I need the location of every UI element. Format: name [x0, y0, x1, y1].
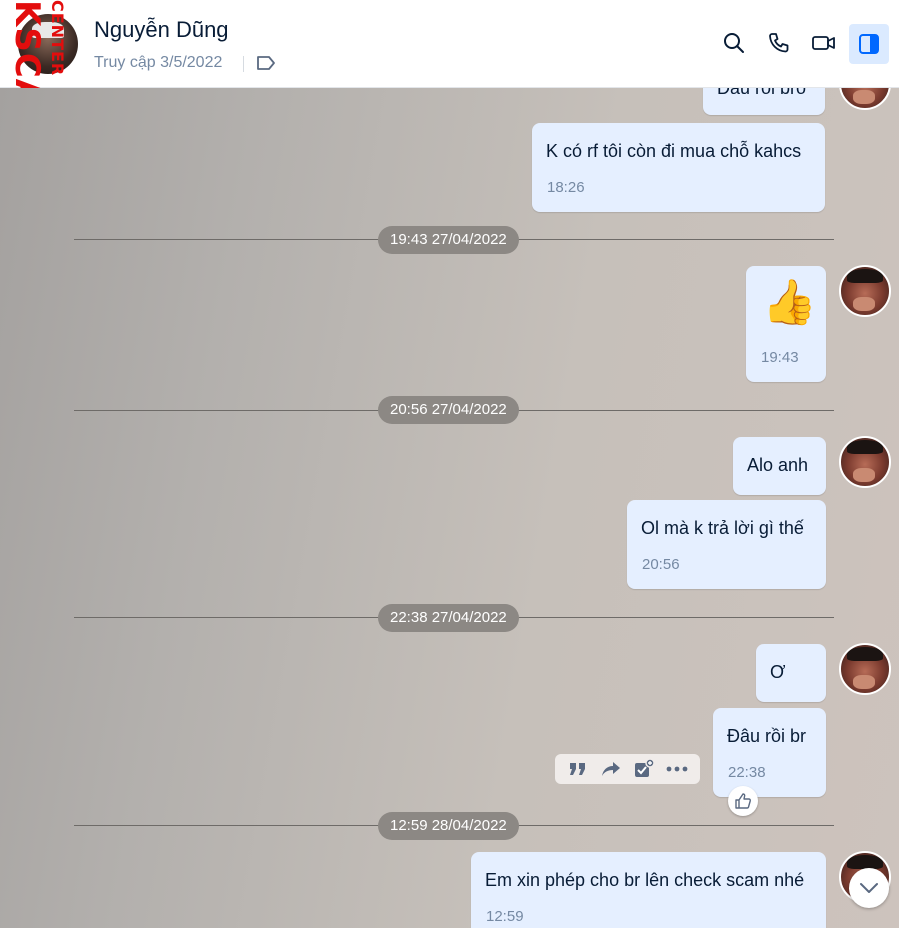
message-text: Đâu rồi bro	[717, 88, 807, 98]
forward-icon[interactable]	[599, 757, 623, 781]
avatar[interactable]	[839, 436, 891, 488]
message-bubble[interactable]: 👍 19:43	[746, 266, 826, 382]
tag-icon[interactable]	[256, 55, 276, 71]
header-separator	[243, 56, 244, 72]
date-divider: 19:43 27/04/2022	[378, 226, 519, 254]
message-bubble[interactable]: Đâu rồi bro	[703, 88, 825, 115]
message-time: 12:59	[486, 908, 524, 925]
add-task-icon[interactable]	[632, 757, 656, 781]
last-seen-status: Truy cập 3/5/2022	[94, 54, 223, 71]
contact-name[interactable]: Nguyễn Dũng	[94, 17, 229, 43]
message-bubble[interactable]: Em xin phép cho br lên check scam nhé 12…	[471, 852, 826, 928]
phone-icon[interactable]	[764, 28, 794, 58]
thumbs-up-sticker: 👍	[762, 277, 817, 328]
date-divider: 22:38 27/04/2022	[378, 604, 519, 632]
scroll-to-bottom-button[interactable]	[849, 868, 889, 908]
video-call-icon[interactable]	[809, 28, 839, 58]
message-bubble[interactable]: Đâu rồi br 22:38	[713, 708, 826, 797]
message-bubble[interactable]: Alo anh	[733, 437, 826, 495]
message-time: 18:26	[547, 179, 585, 196]
message-time: 22:38	[728, 764, 766, 781]
react-like-button[interactable]	[728, 786, 758, 816]
message-text: Ol mà k trả lời gì thế	[641, 518, 804, 538]
chat-area[interactable]: Đâu rồi bro K có rf tôi còn đi mua chỗ k…	[0, 88, 899, 928]
avatar[interactable]	[839, 88, 891, 110]
contact-avatar[interactable]	[18, 14, 78, 74]
date-divider: 20:56 27/04/2022	[378, 396, 519, 424]
sidebar-toggle-icon[interactable]	[849, 24, 889, 64]
message-time: 19:43	[761, 349, 799, 366]
message-bubble[interactable]: Ol mà k trả lời gì thế 20:56	[627, 500, 826, 589]
message-action-toolbar	[555, 754, 700, 784]
message-text: K có rf tôi còn đi mua chỗ kahcs	[546, 141, 802, 161]
avatar[interactable]	[839, 265, 891, 317]
message-text: Em xin phép cho br lên check scam nhé	[485, 870, 805, 890]
chevron-down-icon	[860, 883, 878, 893]
avatar[interactable]	[839, 643, 891, 695]
message-bubble[interactable]: K có rf tôi còn đi mua chỗ kahcs 18:26	[532, 123, 825, 212]
more-icon[interactable]	[665, 757, 689, 781]
message-text: Đâu rồi br	[727, 726, 807, 746]
message-bubble[interactable]: Ơ	[756, 644, 826, 702]
message-time: 20:56	[642, 556, 680, 573]
quote-icon[interactable]	[566, 757, 590, 781]
message-text: Ơ	[770, 662, 786, 682]
search-icon[interactable]	[719, 28, 749, 58]
message-text: Alo anh	[747, 455, 809, 475]
chat-header: Nguyễn Dũng Truy cập 3/5/2022 KSCAM.INFO…	[0, 0, 899, 252]
date-divider: 12:59 28/04/2022	[378, 812, 519, 840]
